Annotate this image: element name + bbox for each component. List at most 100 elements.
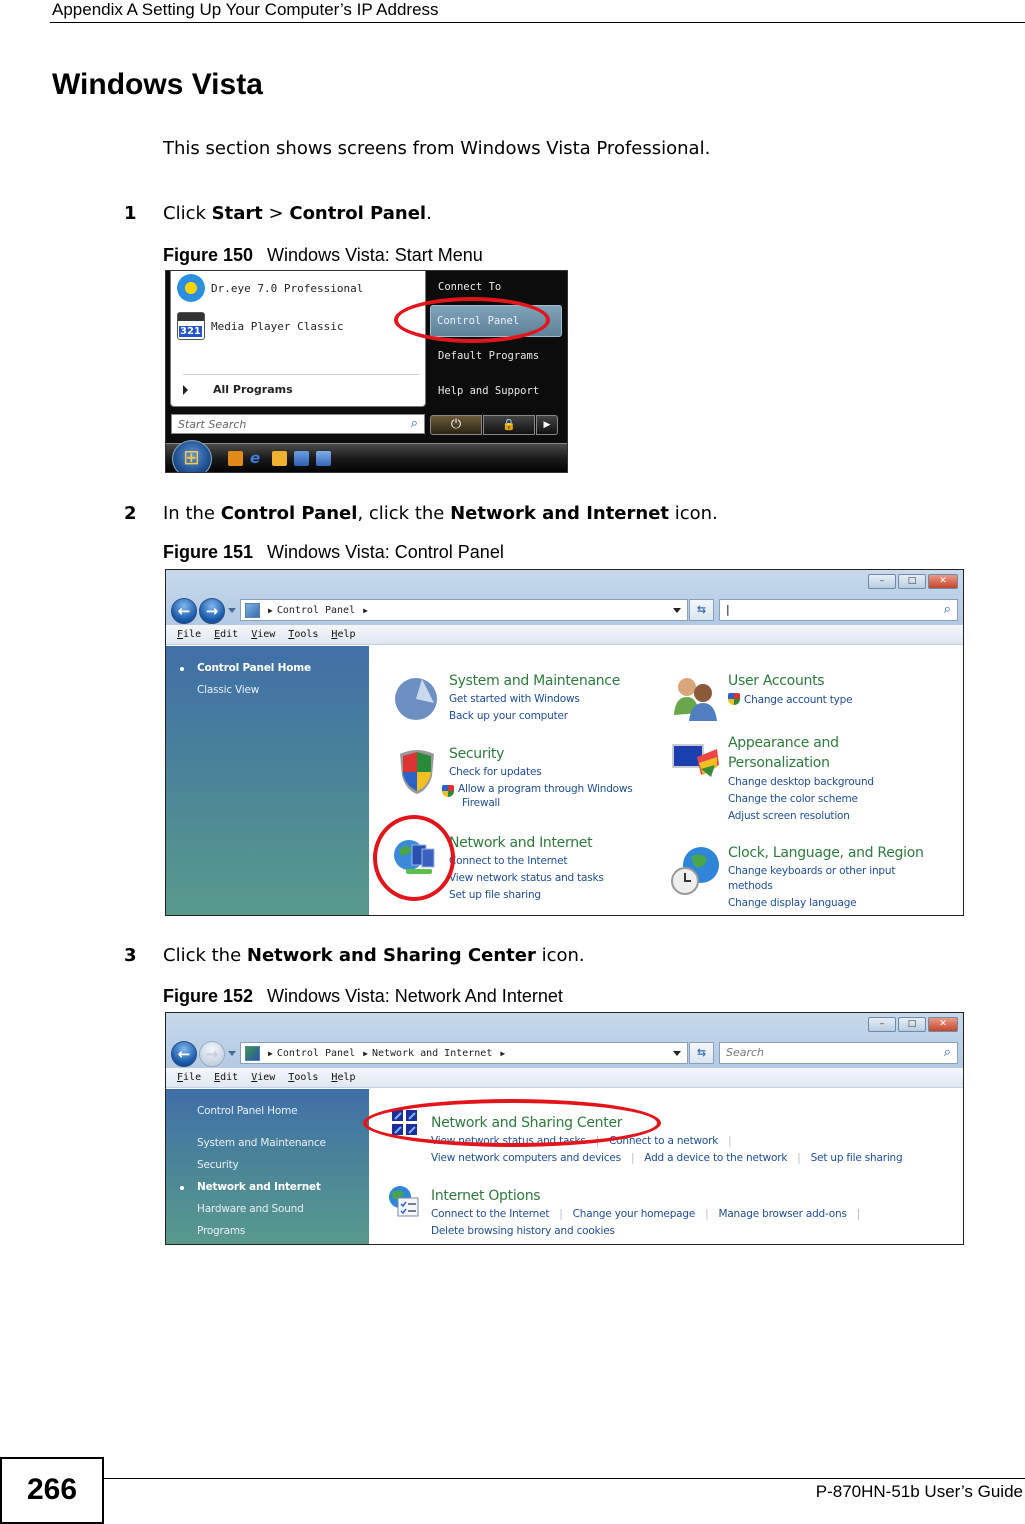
task-link[interactable]: Adjust screen resolution xyxy=(728,810,850,822)
sidebar-item-control-panel-home[interactable]: Control Panel Home xyxy=(197,1105,298,1117)
refresh-button[interactable]: ⇆ xyxy=(689,1042,714,1064)
system-maintenance-icon[interactable] xyxy=(392,673,442,723)
menu-view[interactable]: View xyxy=(251,629,275,640)
category-title[interactable]: Clock, Language, and Region xyxy=(728,845,924,861)
task-link[interactable]: Connect to the Internet xyxy=(431,1208,549,1220)
task-link[interactable]: Manage browser add-ons xyxy=(718,1208,846,1220)
close-button[interactable]: ✕ xyxy=(928,574,958,589)
task-link[interactable]: Change account type xyxy=(728,693,853,706)
sidebar-item-control-panel-home[interactable]: Control Panel Home xyxy=(180,662,311,674)
task-link[interactable]: Delete browsing history and cookies xyxy=(431,1225,615,1237)
task-link[interactable]: Add a device to the network xyxy=(644,1152,787,1164)
program-item-media-player-classic[interactable]: 321 Media Player Classic xyxy=(177,311,343,341)
forward-button[interactable]: → xyxy=(199,1041,225,1067)
start-orb-button[interactable] xyxy=(172,440,212,472)
start-search-input[interactable]: Start Search ⌕ xyxy=(171,414,425,434)
media-player-icon[interactable] xyxy=(228,451,243,466)
search-input[interactable]: | ⌕ xyxy=(719,599,958,621)
switch-windows-icon[interactable] xyxy=(316,451,331,466)
category-title[interactable]: User Accounts xyxy=(728,673,825,689)
breadcrumb-control-panel[interactable]: Control Panel xyxy=(277,1048,355,1059)
refresh-button[interactable]: ⇆ xyxy=(689,599,714,621)
category-title[interactable]: Security xyxy=(449,746,504,762)
security-shield-icon[interactable] xyxy=(392,746,442,796)
task-link[interactable]: Check for updates xyxy=(449,766,542,778)
appearance-personalization-icon[interactable] xyxy=(671,735,721,785)
task-link[interactable]: Change display language xyxy=(728,897,857,909)
task-link[interactable]: Change desktop background xyxy=(728,776,874,788)
task-link[interactable]: Change your homepage xyxy=(573,1208,696,1220)
lock-button[interactable]: 🔒 xyxy=(483,415,535,435)
category-title-line-2[interactable]: Personalization xyxy=(728,755,830,771)
internet-options-icon[interactable] xyxy=(386,1184,420,1218)
back-button[interactable]: ← xyxy=(171,1041,197,1067)
internet-options-title[interactable]: Internet Options xyxy=(431,1188,541,1204)
menu-tools[interactable]: Tools xyxy=(288,629,318,640)
sidebar-item-security[interactable]: Security xyxy=(197,1159,239,1171)
menu-file[interactable]: File xyxy=(177,1072,201,1083)
program-item-dreye[interactable]: Dr.eye 7.0 Professional xyxy=(177,273,363,303)
task-link[interactable]: Firewall xyxy=(462,797,500,809)
start-item-control-panel[interactable]: Control Panel xyxy=(430,305,562,337)
task-link[interactable]: View network status and tasks xyxy=(449,872,604,884)
menu-view[interactable]: View xyxy=(251,1072,275,1083)
minimize-button[interactable]: – xyxy=(868,1017,896,1032)
recent-pages-dropdown[interactable] xyxy=(228,1051,236,1056)
internet-explorer-icon[interactable]: e xyxy=(250,451,265,466)
search-input[interactable]: Search ⌕ xyxy=(719,1042,958,1064)
recent-pages-dropdown[interactable] xyxy=(228,608,236,613)
start-item-default-programs[interactable]: Default Programs xyxy=(432,340,564,372)
task-link[interactable]: Connect to a network xyxy=(609,1135,718,1147)
address-dropdown[interactable] xyxy=(673,608,681,613)
user-accounts-icon[interactable] xyxy=(671,673,721,723)
maximize-button[interactable]: □ xyxy=(898,574,926,589)
task-link[interactable]: View network status and tasks xyxy=(431,1135,586,1147)
task-link[interactable]: Get started with Windows xyxy=(449,693,580,705)
menu-edit[interactable]: Edit xyxy=(214,629,238,640)
task-link[interactable]: View network computers and devices xyxy=(431,1152,621,1164)
clock-language-region-icon[interactable] xyxy=(671,845,721,895)
menu-help[interactable]: Help xyxy=(331,629,355,640)
menu-file[interactable]: File xyxy=(177,629,201,640)
shutdown-options-button[interactable]: ▶ xyxy=(536,415,558,435)
category-title[interactable]: System and Maintenance xyxy=(449,673,620,689)
task-link[interactable]: Change the color scheme xyxy=(728,793,858,805)
sidebar-item-classic-view[interactable]: Classic View xyxy=(197,684,259,696)
show-desktop-icon[interactable] xyxy=(294,451,309,466)
network-internet-icon[interactable] xyxy=(392,835,442,885)
sidebar-item-system-and-maintenance[interactable]: System and Maintenance xyxy=(197,1137,326,1149)
messenger-icon[interactable] xyxy=(272,451,287,466)
breadcrumb-network-and-internet[interactable]: Network and Internet xyxy=(372,1048,492,1059)
menu-help[interactable]: Help xyxy=(331,1072,355,1083)
power-button[interactable]: ⏻ xyxy=(430,415,482,435)
back-button[interactable]: ← xyxy=(171,598,197,624)
forward-button[interactable]: → xyxy=(199,598,225,624)
menu-tools[interactable]: Tools xyxy=(288,1072,318,1083)
close-button[interactable]: ✕ xyxy=(928,1017,958,1032)
start-item-connect-to[interactable]: Connect To xyxy=(432,271,564,303)
step-number: 3 xyxy=(124,945,137,966)
network-sharing-center-icon[interactable] xyxy=(391,1109,419,1137)
sidebar-item-programs[interactable]: Programs xyxy=(197,1225,245,1237)
address-bar[interactable]: ▶ Control Panel ▶ xyxy=(240,599,688,621)
task-link[interactable]: Back up your computer xyxy=(449,710,568,722)
address-dropdown[interactable] xyxy=(673,1051,681,1056)
maximize-button[interactable]: □ xyxy=(898,1017,926,1032)
task-link[interactable]: Set up file sharing xyxy=(449,889,541,901)
breadcrumb-control-panel[interactable]: Control Panel xyxy=(277,605,355,616)
menu-edit[interactable]: Edit xyxy=(214,1072,238,1083)
all-programs-button[interactable]: All Programs xyxy=(183,383,293,396)
task-link[interactable]: Allow a program through Windows xyxy=(442,783,633,797)
sidebar-item-hardware-and-sound[interactable]: Hardware and Sound xyxy=(197,1203,304,1215)
minimize-button[interactable]: – xyxy=(868,574,896,589)
task-link[interactable]: methods xyxy=(728,880,773,892)
sidebar-item-network-and-internet[interactable]: Network and Internet xyxy=(180,1181,321,1193)
category-title[interactable]: Network and Internet xyxy=(449,835,593,851)
address-bar[interactable]: ▶ Control Panel ▶ Network and Internet ▶ xyxy=(240,1042,688,1064)
task-link[interactable]: Set up file sharing xyxy=(811,1152,903,1164)
category-title[interactable]: Appearance and xyxy=(728,735,839,751)
start-item-help-and-support[interactable]: Help and Support xyxy=(432,375,564,407)
task-link[interactable]: Change keyboards or other input xyxy=(728,865,895,877)
network-sharing-center-title[interactable]: Network and Sharing Center xyxy=(431,1115,623,1131)
task-link[interactable]: Connect to the Internet xyxy=(449,855,567,867)
